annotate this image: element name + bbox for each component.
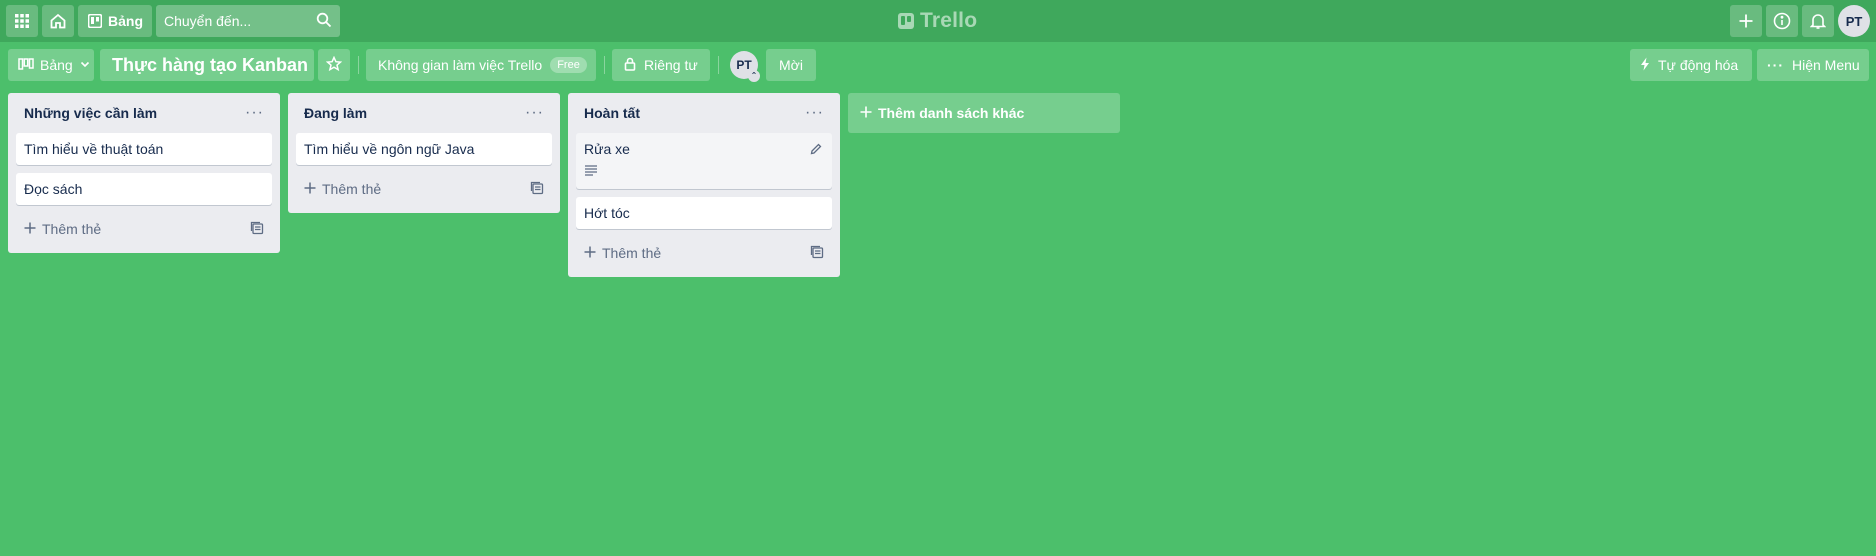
trello-logo-icon [898,13,914,29]
list-title[interactable]: Hoàn tất [584,105,640,121]
card-template-icon[interactable] [530,181,544,198]
boards-label: Bảng [108,13,143,29]
board-member-initials: PT [736,58,752,72]
plus-icon [1738,13,1754,29]
home-icon [49,12,67,30]
show-menu-button[interactable]: ··· Hiện Menu [1757,49,1869,81]
card-title: Đọc sách [24,181,83,197]
chevron-down-icon [79,57,91,73]
home-button[interactable] [42,5,74,37]
board-member-avatar[interactable]: PT ⌃ [730,51,760,82]
more-icon: ··· [1767,57,1784,73]
invite-label: Mời [779,57,803,73]
plus-icon [304,181,316,197]
pencil-icon[interactable] [810,142,822,158]
list-menu-icon[interactable]: ··· [245,105,264,121]
star-board-button[interactable] [318,49,350,81]
add-card-button[interactable]: Thêm thẻ [16,213,272,245]
lock-icon [624,57,636,74]
admin-chevron-icon: ⌃ [748,70,760,82]
card[interactable]: Hớt tóc [576,197,832,229]
star-icon [325,55,343,75]
list-title[interactable]: Đang làm [304,105,367,121]
trello-logo[interactable]: Trello [898,9,977,33]
board-icon [88,14,102,28]
search-icon [316,12,332,31]
list-doing: Đang làm ··· Tìm hiểu về ngôn ngữ Java T… [288,93,560,213]
visibility-button[interactable]: Riêng tư [612,49,710,81]
grid-icon [14,13,30,29]
list-menu-icon[interactable]: ··· [525,105,544,121]
list-header[interactable]: Đang làm ··· [296,93,552,133]
card-template-icon[interactable] [250,221,264,238]
add-list-label: Thêm danh sách khác [878,105,1025,121]
board-title[interactable]: Thực hàng tạo Kanban [100,49,314,81]
notifications-button[interactable] [1802,5,1834,37]
add-list-button[interactable]: Thêm danh sách khác [848,93,1120,133]
list-menu-icon[interactable]: ··· [805,105,824,121]
header-divider [718,56,719,74]
user-avatar-initials: PT [1845,13,1863,29]
plus-icon [860,105,872,121]
card-title: Tìm hiểu về ngôn ngữ Java [304,141,475,157]
workspace-plan-badge: Free [550,57,587,73]
add-card-button[interactable]: Thêm thẻ [576,237,832,269]
visibility-label: Riêng tư [644,57,698,73]
list-header[interactable]: Những việc cần làm ··· [16,93,272,133]
board-view-switcher[interactable]: Bảng [8,49,94,81]
workspace-button[interactable]: Không gian làm việc Trello Free [366,49,596,81]
automation-label: Tự động hóa [1658,57,1739,73]
card-title: Tìm hiểu về thuật toán [24,141,164,157]
add-card-label: Thêm thẻ [322,181,382,197]
boards-button[interactable]: Bảng [78,5,152,37]
card[interactable]: Tìm hiểu về ngôn ngữ Java [296,133,552,165]
trello-logo-text: Trello [920,9,978,32]
add-card-label: Thêm thẻ [602,245,662,261]
user-avatar[interactable]: PT [1838,5,1870,37]
plus-icon [24,221,36,237]
card-title: Rửa xe [584,141,630,157]
show-menu-label: Hiện Menu [1792,57,1860,73]
list-title[interactable]: Những việc cần làm [24,105,157,121]
add-card-label: Thêm thẻ [42,221,102,237]
search-input[interactable] [164,13,304,29]
list-todo: Những việc cần làm ··· Tìm hiểu về thuật… [8,93,280,253]
list-done: Hoàn tất ··· Rửa xe Hớt tóc Thêm thẻ [568,93,840,277]
create-button[interactable] [1730,5,1762,37]
list-header[interactable]: Hoàn tất ··· [576,93,832,133]
top-navigation-bar: Bảng Trello PT [0,0,1876,42]
automation-button[interactable]: Tự động hóa [1630,49,1752,81]
info-icon [1773,12,1791,30]
info-button[interactable] [1766,5,1798,37]
app-switcher-button[interactable] [6,5,38,37]
search-box[interactable] [156,5,340,37]
bell-icon [1810,12,1826,30]
header-divider [604,56,605,74]
card[interactable]: Đọc sách [16,173,272,205]
description-icon [584,163,824,179]
add-card-button[interactable]: Thêm thẻ [296,173,552,205]
lightning-icon [1640,57,1650,74]
card-template-icon[interactable] [810,245,824,262]
card[interactable]: Tìm hiểu về thuật toán [16,133,272,165]
card-title: Hớt tóc [584,205,630,221]
header-divider [358,56,359,74]
plus-icon [584,245,596,261]
workspace-label: Không gian làm việc Trello [378,57,543,73]
board-view-icon [18,57,34,73]
board-view-label: Bảng [40,57,73,73]
card[interactable]: Rửa xe [576,133,832,189]
invite-button[interactable]: Mời [766,49,816,81]
